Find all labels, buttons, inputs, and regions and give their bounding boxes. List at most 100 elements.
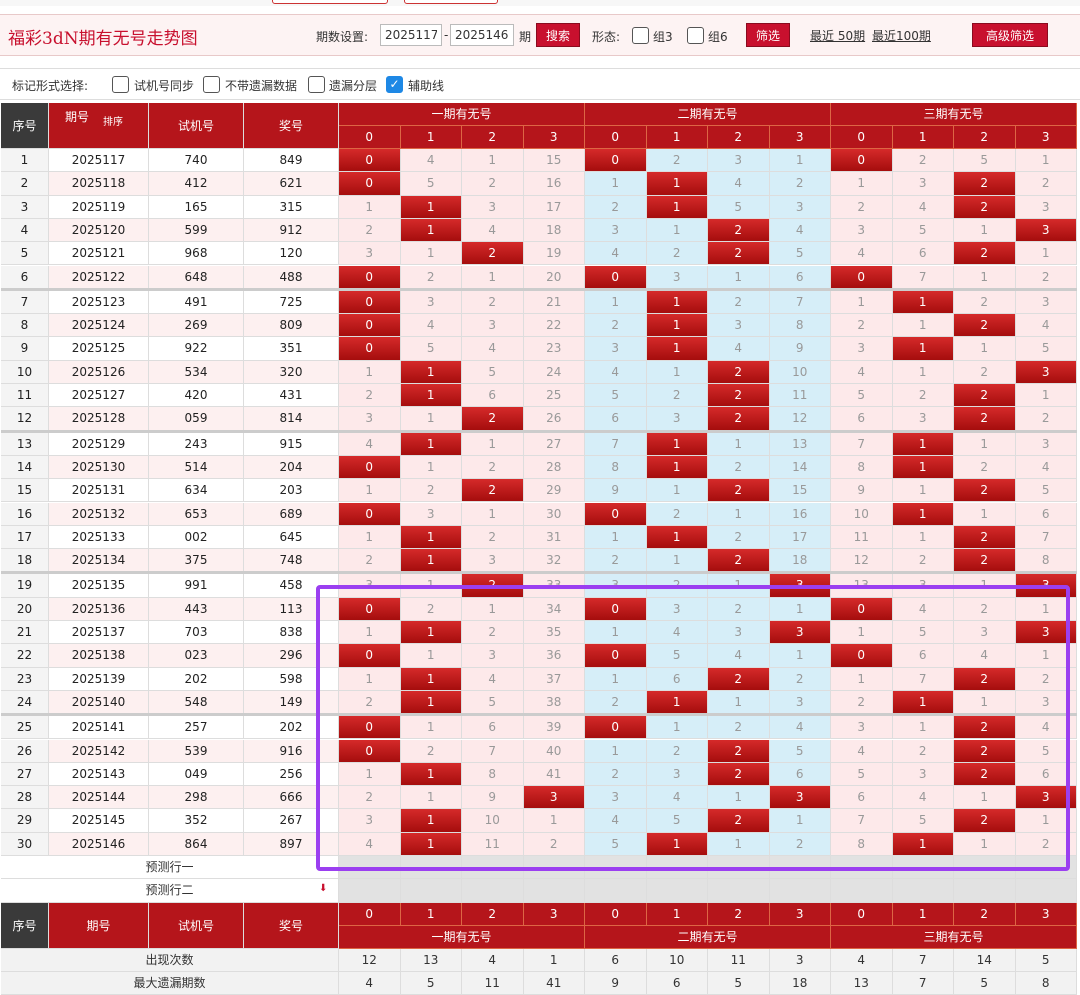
search-button[interactable]: 搜索 (536, 23, 580, 47)
omission-cell: 2 (708, 290, 770, 315)
recent-100-link[interactable]: 最近100期 (872, 27, 931, 44)
predict-cell[interactable] (831, 879, 893, 903)
hit-cell: 0 (339, 502, 401, 526)
omission-cell: 17 (769, 525, 831, 550)
predict-cell[interactable] (400, 879, 462, 903)
row-trial: 968 (149, 242, 244, 266)
omission-cell: 1 (1015, 644, 1077, 668)
footer-period: 期号 (49, 902, 149, 949)
omission-cell: 1 (708, 690, 770, 715)
row-seq: 2 (1, 172, 49, 196)
hit-cell: 1 (646, 195, 708, 219)
predict-cell[interactable] (339, 856, 401, 880)
omission-cell: 3 (339, 809, 401, 833)
hit-cell: 0 (831, 644, 893, 668)
omission-cell: 2 (339, 690, 401, 715)
row-seq: 23 (1, 667, 49, 691)
predict-cell[interactable] (954, 856, 1016, 880)
predict-cell[interactable] (646, 856, 708, 880)
filter-button[interactable]: 筛选 (746, 23, 790, 47)
omission-cell: 2 (954, 597, 1016, 621)
top-tab-left[interactable] (272, 0, 388, 4)
row-seq: 15 (1, 479, 49, 503)
advanced-filter-button[interactable]: 高级筛选 (972, 23, 1048, 47)
omission-cell: 3 (708, 149, 770, 173)
hit-cell: 2 (708, 762, 770, 787)
omission-cell: 5 (585, 384, 647, 408)
sort-toggle[interactable]: 排序 (103, 113, 123, 128)
omission-cell: 2 (339, 384, 401, 408)
group3-checkbox[interactable] (632, 27, 649, 44)
hit-cell: 2 (954, 739, 1016, 763)
hit-cell: 3 (1015, 621, 1077, 645)
predict-cell[interactable] (585, 879, 647, 903)
omission-cell: 26 (523, 407, 585, 431)
omission-cell: 4 (954, 644, 1016, 668)
group6-checkbox[interactable] (687, 27, 704, 44)
predict-cell[interactable] (708, 856, 770, 880)
predict-cell[interactable] (831, 856, 893, 880)
period-unit: 期 (519, 30, 532, 44)
omission-cell: 1 (462, 502, 524, 526)
row-period: 2025144 (49, 786, 149, 810)
omission-cell: 5 (400, 337, 462, 361)
omission-cell: 2 (462, 525, 524, 550)
stat-value: 10 (646, 948, 708, 972)
arrow-down-icon[interactable]: ⬇ (319, 883, 327, 894)
footer-group-2: 二期有无号 (585, 925, 831, 949)
predict-cell[interactable] (585, 856, 647, 880)
mark-option-checkbox-checked[interactable]: ✓ (386, 76, 403, 93)
recent-50-link[interactable]: 最近 50期 (810, 27, 865, 44)
predict-cell[interactable] (1015, 856, 1077, 880)
omission-cell: 1 (1015, 242, 1077, 266)
predict-cell[interactable] (646, 879, 708, 903)
omission-cell: 2 (708, 525, 770, 550)
header-period[interactable]: 期号 排序 (49, 103, 149, 149)
stat-value: 11 (708, 948, 770, 972)
mark-option-checkbox[interactable] (112, 76, 129, 93)
predict-cell[interactable] (954, 879, 1016, 903)
row-period: 2025140 (49, 690, 149, 715)
hit-cell: 1 (400, 762, 462, 787)
predict-cell[interactable] (523, 856, 585, 880)
predict-cell[interactable] (769, 879, 831, 903)
predict-cell[interactable] (523, 879, 585, 903)
omission-cell: 3 (831, 337, 893, 361)
row-prize: 113 (244, 597, 339, 621)
predict-cell[interactable] (708, 879, 770, 903)
predict-cell[interactable] (462, 879, 524, 903)
omission-cell: 2 (1015, 832, 1077, 856)
mark-option-checkbox[interactable] (308, 76, 325, 93)
predict-cell[interactable] (462, 856, 524, 880)
omission-cell: 1 (339, 525, 401, 550)
predict-row-label[interactable]: 预测行一 (1, 856, 339, 880)
row-seq: 8 (1, 314, 49, 338)
omission-cell: 3 (339, 407, 401, 431)
omission-cell: 6 (892, 644, 954, 668)
row-period: 2025117 (49, 149, 149, 173)
row-trial: 420 (149, 384, 244, 408)
predict-cell[interactable] (1015, 879, 1077, 903)
hit-cell: 0 (339, 597, 401, 621)
predict-cell[interactable] (339, 879, 401, 903)
top-tab-right[interactable] (404, 0, 498, 4)
row-trial: 243 (149, 432, 244, 456)
omission-cell: 1 (769, 597, 831, 621)
hit-cell: 1 (892, 502, 954, 526)
omission-cell: 8 (769, 314, 831, 338)
predict-cell[interactable] (769, 856, 831, 880)
period-from-input[interactable] (380, 24, 442, 46)
predict-cell[interactable] (892, 856, 954, 880)
row-trial: 740 (149, 149, 244, 173)
mark-option-checkbox[interactable] (203, 76, 220, 93)
omission-cell: 3 (831, 218, 893, 243)
predict-row-label[interactable]: 预测行二 (1, 879, 339, 903)
period-to-input[interactable] (450, 24, 514, 46)
omission-cell: 16 (769, 502, 831, 526)
row-prize: 814 (244, 407, 339, 431)
predict-cell[interactable] (892, 879, 954, 903)
row-seq: 30 (1, 832, 49, 856)
hit-cell: 1 (646, 314, 708, 338)
hit-cell: 1 (892, 290, 954, 315)
predict-cell[interactable] (400, 856, 462, 880)
